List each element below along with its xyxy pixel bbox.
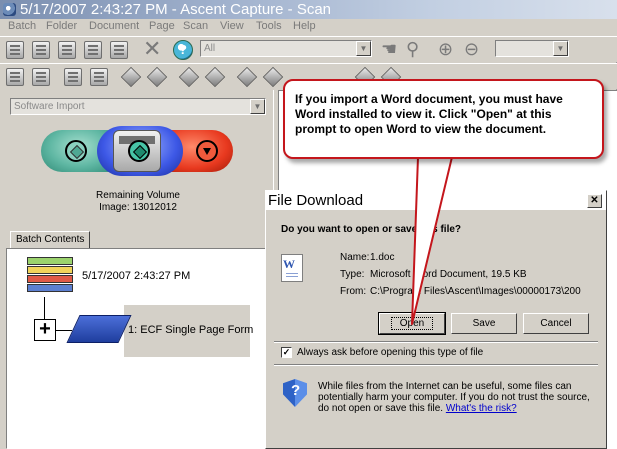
filter-select[interactable]: All ▼ [200, 40, 372, 57]
page-icon[interactable] [204, 66, 226, 88]
ascent-capture-window: 5/17/2007 2:43:27 PM - Ascent Capture - … [0, 0, 617, 449]
batch-date[interactable]: 5/17/2007 2:43:27 PM [82, 270, 190, 282]
name-value: 1.doc [370, 252, 395, 263]
tab-strip: Batch Contents [6, 230, 273, 249]
remaining-volume-label: Remaining Volume [96, 190, 180, 201]
document-folder-icon[interactable] [66, 315, 132, 343]
tab-batch-contents[interactable]: Batch Contents [10, 231, 91, 249]
open-button-label: Open [390, 317, 434, 330]
help-icon[interactable]: ? [173, 40, 193, 60]
window-title: 5/17/2007 2:43:27 PM - Ascent Capture - … [20, 1, 332, 18]
menu-tools[interactable]: Tools [256, 20, 282, 32]
menu-scan[interactable]: Scan [183, 20, 208, 32]
page-icon[interactable] [236, 66, 258, 88]
left-pane: Software Import ▼ Remaining Volume Image… [3, 90, 273, 449]
open-button[interactable]: Open [378, 312, 446, 335]
dialog-divider [274, 364, 598, 366]
start-scan-icon[interactable] [128, 140, 150, 162]
risk-link[interactable]: What's the risk? [446, 403, 517, 414]
always-ask-label[interactable]: Always ask before opening this type of f… [297, 347, 483, 358]
expand-toggle[interactable]: + [34, 319, 56, 341]
callout-text: If you import a Word document, you must … [295, 92, 563, 136]
close-icon[interactable]: ✕ [587, 194, 602, 208]
magnifier-icon[interactable]: ⚲ [406, 39, 419, 59]
dialog-divider [274, 341, 598, 343]
menu-bar: Batch Folder Document Page Scan View Too… [0, 19, 617, 36]
suspend-batch-icon[interactable] [84, 41, 102, 59]
menu-help[interactable]: Help [293, 20, 316, 32]
zoom-select[interactable]: ▼ [495, 40, 569, 57]
app-icon [3, 3, 16, 16]
document-icon[interactable] [32, 68, 50, 86]
chevron-down-icon[interactable]: ▼ [553, 41, 568, 56]
menu-batch[interactable]: Batch [8, 20, 36, 32]
back-icon[interactable] [65, 140, 87, 162]
batch-tray-icon[interactable] [27, 257, 75, 297]
main-toolbar: ✕ ? All ▼ ☚ ⚲ ⊕ ⊖ ▼ [0, 36, 617, 62]
document-label: 1: ECF Single Page Form [128, 324, 254, 336]
remaining-volume: Remaining Volume Image: 13012012 [3, 190, 273, 214]
dialog-title-bar: File Download ✕ [266, 191, 606, 210]
stop-icon[interactable] [196, 140, 218, 162]
page-icon[interactable] [178, 66, 200, 88]
document-icon[interactable] [64, 68, 82, 86]
title-bar: 5/17/2007 2:43:27 PM - Ascent Capture - … [0, 0, 617, 19]
zoom-in-icon[interactable]: ⊕ [438, 39, 453, 59]
from-value: C:\Program Files\Ascent\Images\00000173\… [370, 286, 581, 297]
type-value: Microsoft Word Document, 19.5 KB [370, 269, 527, 280]
zoom-out-icon[interactable]: ⊖ [464, 39, 479, 59]
callout-note: If you import a Word document, you must … [283, 79, 604, 159]
document-icon[interactable] [6, 68, 24, 86]
page-icon[interactable] [120, 66, 142, 88]
scan-icon[interactable] [110, 41, 128, 59]
page-icon[interactable] [146, 66, 168, 88]
close-batch-icon[interactable] [58, 41, 76, 59]
shield-question-icon: ? [291, 382, 301, 399]
tree-connector [56, 330, 72, 331]
page-icon[interactable] [262, 66, 284, 88]
menu-page[interactable]: Page [149, 20, 175, 32]
image-count: Image: 13012012 [99, 202, 177, 213]
filter-select-value: All [204, 43, 216, 54]
word-document-icon [281, 254, 303, 282]
new-batch-icon[interactable] [6, 41, 24, 59]
name-label: Name: [340, 252, 370, 263]
tree-connector [44, 297, 45, 319]
cancel-button[interactable]: Cancel [523, 313, 589, 334]
document-node[interactable]: 1: ECF Single Page Form [124, 305, 254, 357]
menu-folder[interactable]: Folder [46, 20, 77, 32]
menu-view[interactable]: View [220, 20, 244, 32]
security-warning: While files from the Internet can be use… [318, 381, 598, 414]
menu-document[interactable]: Document [89, 20, 139, 32]
delete-x-icon[interactable]: ✕ [143, 38, 161, 60]
chevron-down-icon[interactable]: ▼ [356, 41, 371, 56]
source-select-value: Software Import [14, 101, 85, 112]
source-select[interactable]: Software Import ▼ [10, 98, 266, 115]
dialog-title: File Download [268, 192, 364, 209]
dialog-question: Do you want to open or save this file? [281, 224, 462, 235]
scan-control-graphic [39, 126, 235, 176]
file-download-dialog: File Download ✕ Do you want to open or s… [265, 190, 607, 449]
document-icon[interactable] [90, 68, 108, 86]
hand-icon[interactable]: ☚ [381, 39, 397, 59]
save-button[interactable]: Save [451, 313, 517, 334]
chevron-down-icon[interactable]: ▼ [250, 99, 265, 114]
from-label: From: [340, 286, 367, 297]
always-ask-checkbox[interactable]: ✓ [281, 347, 292, 358]
type-label: Type: [340, 269, 365, 280]
open-batch-icon[interactable] [32, 41, 50, 59]
batch-contents-panel: 5/17/2007 2:43:27 PM + 1: ECF Single Pag… [6, 248, 273, 449]
